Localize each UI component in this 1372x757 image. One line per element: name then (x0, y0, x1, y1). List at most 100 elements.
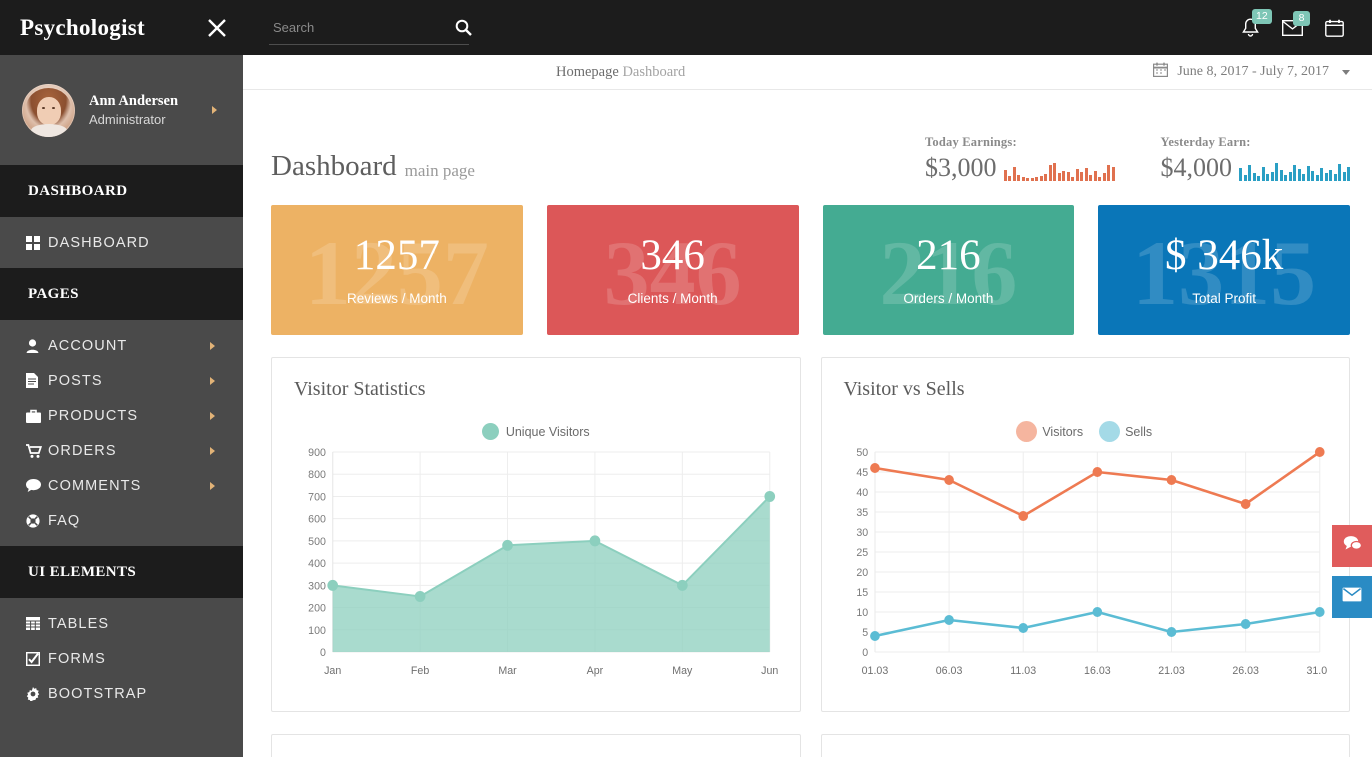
messages-button[interactable]: 8 (1282, 20, 1303, 36)
caret-right-icon (210, 482, 215, 490)
panel-visitor-statistics: Visitor Statistics Unique Visitors 01002… (271, 357, 801, 712)
sparkline-bar (1035, 177, 1038, 181)
sidebar-item-account[interactable]: ACCOUNT (0, 328, 243, 363)
caret-right-icon (210, 412, 215, 420)
svg-text:15: 15 (856, 587, 868, 599)
sparkline-bar (1266, 174, 1269, 181)
sidebar-section-dashboard: DASHBOARD (0, 165, 243, 217)
visitor-vs-sells-chart: 0510152025303540455001.0306.0311.0316.03… (844, 444, 1328, 684)
sparkline-bar (1298, 169, 1301, 181)
stat-card-clients[interactable]: 346 346 Clients / Month (547, 205, 799, 335)
profile-card[interactable]: Ann Andersen Administrator (0, 55, 243, 165)
sidebar-item-forms[interactable]: FORMS (0, 641, 243, 676)
calendar-button[interactable] (1325, 19, 1344, 37)
svg-text:700: 700 (308, 491, 326, 503)
yesterday-earnings-widget: Yesterday Earn: $4,000 (1161, 135, 1351, 181)
legend-item[interactable]: Unique Visitors (482, 423, 590, 440)
sidebar-item-faq[interactable]: FAQ (0, 503, 243, 538)
dashboard-app: Psychologist Ann Andersen Administrator … (0, 0, 1372, 757)
topbar-icons: 12 8 (1241, 18, 1350, 38)
grid-icon (26, 236, 48, 250)
legend-item[interactable]: Visitors (1018, 423, 1083, 440)
stat-card-caption: Reviews / Month (347, 291, 447, 306)
calendar-icon (1153, 62, 1168, 82)
svg-text:300: 300 (308, 580, 326, 592)
sidebar-item-bootstrap[interactable]: BOOTSTRAP (0, 676, 243, 711)
page-header: Dashboard main page Today Earnings: $3,0… (271, 135, 1350, 183)
sparkline-bar (1262, 167, 1265, 181)
svg-text:0: 0 (320, 647, 326, 659)
comment-icon (26, 479, 48, 492)
caret-right-icon (210, 447, 215, 455)
yesterday-earnings-value: $4,000 (1161, 155, 1233, 181)
cart-icon (26, 444, 48, 458)
content-area: Dashboard main page Today Earnings: $3,0… (243, 90, 1372, 757)
sparkline-bar (1307, 166, 1310, 181)
mail-button[interactable] (1332, 576, 1372, 618)
legend-label: Unique Visitors (506, 425, 590, 439)
svg-text:Jan: Jan (324, 665, 341, 677)
topbar: 12 8 (243, 0, 1372, 55)
svg-text:500: 500 (308, 536, 326, 548)
caret-right-icon (210, 342, 215, 350)
bottom-panel-right (821, 734, 1351, 757)
avatar (22, 84, 75, 137)
svg-text:30: 30 (856, 527, 868, 539)
stat-card-value: 346 (640, 234, 705, 277)
notifications-button[interactable]: 12 (1241, 18, 1260, 38)
stat-card-total-profit[interactable]: 1315 $ 346k Total Profit (1098, 205, 1350, 335)
gear-icon (26, 687, 48, 701)
chat-button[interactable] (1332, 525, 1372, 567)
sidebar-item-comments[interactable]: COMMENTS (0, 468, 243, 503)
bottom-panel-left (271, 734, 801, 757)
sidebar-section-ui-elements: UI ELEMENTS (0, 546, 243, 598)
sparkline-bar (1311, 171, 1314, 181)
stat-card-reviews[interactable]: 1257 1257 Reviews / Month (271, 205, 523, 335)
date-range-picker[interactable]: June 8, 2017 - July 7, 2017 (1153, 62, 1350, 82)
svg-text:Feb: Feb (411, 665, 429, 677)
sidebar: Psychologist Ann Andersen Administrator … (0, 0, 243, 757)
user-icon (26, 339, 48, 353)
sparkline-bar (1004, 170, 1007, 181)
legend-label: Visitors (1042, 425, 1083, 439)
svg-text:01.03: 01.03 (861, 665, 888, 677)
sparkline-bar (1302, 174, 1305, 181)
sparkline-bar (1289, 172, 1292, 181)
bottom-panels (271, 734, 1350, 757)
search-icon[interactable] (453, 19, 474, 36)
sparkline-bar (1008, 176, 1011, 181)
today-earnings-value: $3,000 (925, 155, 997, 181)
svg-text:800: 800 (308, 469, 326, 481)
stat-card-value: 216 (916, 234, 981, 277)
legend-color-swatch (1018, 423, 1035, 440)
briefcase-icon (26, 409, 48, 423)
sidebar-item-products[interactable]: PRODUCTS (0, 398, 243, 433)
sidebar-section-label: UI ELEMENTS (28, 564, 136, 581)
sparkline-bar (1325, 173, 1328, 181)
sidebar-item-posts[interactable]: POSTS (0, 363, 243, 398)
date-range-value: June 8, 2017 - July 7, 2017 (1177, 64, 1329, 80)
sidebar-item-orders[interactable]: ORDERS (0, 433, 243, 468)
stat-card-orders[interactable]: 216 216 Orders / Month (823, 205, 1075, 335)
earnings-widgets: Today Earnings: $3,000 Yesterday Earn: $… (925, 135, 1350, 183)
sidebar-item-label: PRODUCTS (48, 408, 138, 424)
panel-visitor-vs-sells: Visitor vs Sells Visitors Sells 05101520… (821, 357, 1351, 712)
chevron-down-icon (1342, 70, 1350, 75)
sparkline-bar (1275, 163, 1278, 181)
sidebar-item-tables[interactable]: TABLES (0, 606, 243, 641)
legend-color-swatch (482, 423, 499, 440)
sparkline-bar (1026, 178, 1029, 181)
legend-item[interactable]: Sells (1101, 423, 1152, 440)
sidebar-item-label: ACCOUNT (48, 338, 127, 354)
close-icon[interactable] (191, 0, 243, 55)
sidebar-item-dashboard[interactable]: DASHBOARD (0, 225, 243, 260)
search-input[interactable] (269, 20, 453, 35)
sidebar-item-label: BOOTSTRAP (48, 686, 147, 702)
svg-text:Jun: Jun (761, 665, 777, 677)
stat-card-value: $ 346k (1165, 234, 1283, 277)
sidebar-item-label: ORDERS (48, 443, 117, 459)
caret-right-icon (212, 106, 217, 114)
search-box[interactable] (269, 11, 469, 45)
breadcrumb-home[interactable]: Homepage (556, 64, 619, 80)
yesterday-earnings-sparkline (1239, 151, 1350, 181)
